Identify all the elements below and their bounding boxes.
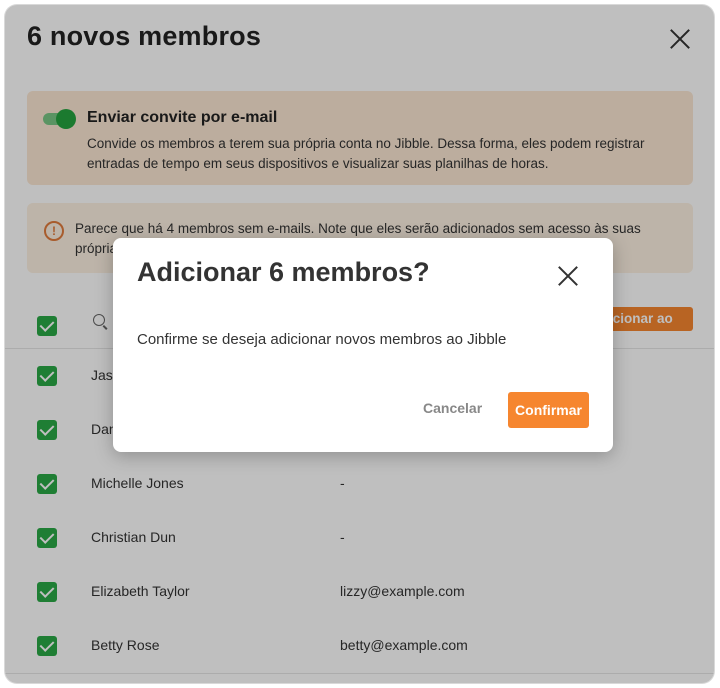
dialog-title: Adicionar 6 membros? bbox=[137, 257, 430, 287]
cancel-button[interactable]: Cancelar bbox=[413, 394, 492, 422]
dialog-message: Confirme se deseja adicionar novos membr… bbox=[137, 331, 507, 348]
confirm-button[interactable]: Confirmar bbox=[508, 392, 589, 428]
confirm-dialog: Adicionar 6 membros? Confirme se deseja … bbox=[113, 238, 613, 452]
close-dialog-icon[interactable] bbox=[557, 265, 577, 285]
